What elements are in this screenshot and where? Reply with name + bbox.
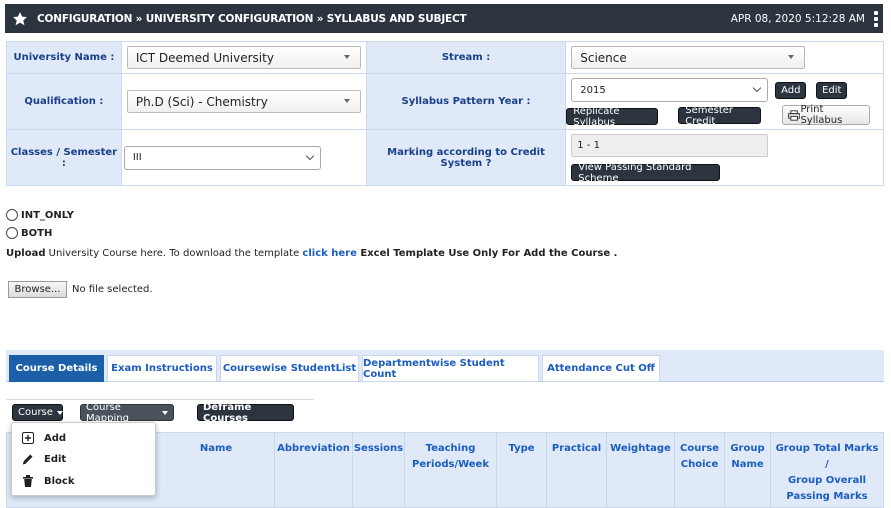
upload-instructions: Upload University Course here. To downlo…: [6, 248, 618, 259]
trash-icon: [23, 475, 33, 487]
syllabus-form: University Name : ICT Deemed University …: [6, 41, 884, 186]
course-mapping-dropdown-button[interactable]: Course Mapping: [80, 402, 174, 424]
tab-bar: Course Details Exam Instructions Coursew…: [6, 350, 884, 382]
radio-int-only[interactable]: INT_ONLY: [6, 209, 74, 221]
col-weightage: Weightage: [606, 433, 674, 508]
menu-item-block[interactable]: Block: [22, 475, 75, 487]
menu-item-edit[interactable]: Edit: [22, 453, 66, 465]
col-group-total-marks: Group Total Marks / Group Overall Passing M…: [770, 433, 883, 508]
pencil-icon: [22, 454, 33, 465]
qualification-select[interactable]: Ph.D (Sci) - Chemistry: [126, 90, 361, 113]
toolbar-divider: [6, 399, 314, 400]
col-type: Type: [496, 433, 546, 508]
col-practical: Practical: [546, 433, 606, 508]
add-button[interactable]: Add: [775, 82, 807, 99]
radio-both[interactable]: BOTH: [6, 227, 52, 239]
caret-down-icon: [162, 410, 168, 415]
col-abbreviation: Abbreviation: [274, 433, 352, 508]
col-teaching-periods: Teaching Periods/Week: [404, 433, 496, 508]
radio-circle-icon[interactable]: [6, 227, 18, 239]
plus-square-icon: [22, 432, 34, 444]
col-group-name: Group Name: [724, 433, 770, 508]
tab-course-details[interactable]: Course Details: [9, 355, 104, 382]
edit-button[interactable]: Edit: [816, 82, 848, 99]
university-label: University Name :: [6, 41, 122, 74]
col-course-choice: Course Choice: [674, 433, 724, 508]
chevron-down-icon: [753, 83, 762, 93]
datetime: APR 08, 2020 5:12:28 AM: [730, 12, 865, 25]
chevron-down-icon: [788, 55, 795, 59]
semester-credit-button[interactable]: Semester Credit: [678, 105, 762, 127]
course-dropdown-button[interactable]: Course: [12, 404, 63, 421]
col-name: Name: [199, 443, 233, 454]
stream-select[interactable]: Science: [571, 46, 806, 69]
tab-attendance-cut-off[interactable]: Attendance Cut Off: [542, 355, 660, 382]
tab-exam-instructions[interactable]: Exam Instructions: [107, 355, 217, 382]
chevron-down-icon: [343, 99, 350, 103]
browse-button[interactable]: Browse...: [8, 281, 67, 298]
view-passing-standard-button[interactable]: View Passing Standard Scheme: [571, 162, 721, 184]
deframe-courses-button[interactable]: Deframe Courses: [197, 402, 294, 424]
syllabus-year-select[interactable]: 2015: [571, 78, 769, 102]
caret-down-icon: [56, 410, 63, 415]
syllabus-year-label: Syllabus Pattern Year :: [365, 73, 567, 130]
chevron-down-icon: [343, 55, 350, 59]
chevron-down-icon: [305, 151, 315, 160]
printer-icon: [788, 109, 801, 121]
menu-item-add[interactable]: Add: [22, 432, 66, 444]
kebab-menu-icon[interactable]: [874, 11, 879, 27]
tab-departmentwise-student-count[interactable]: Departmentwise Student Count: [362, 355, 539, 382]
university-select[interactable]: ICT Deemed University: [126, 46, 361, 69]
stream-label: Stream :: [365, 41, 567, 74]
tab-coursewise-studentlist[interactable]: Coursewise StudentList: [220, 355, 359, 382]
template-link[interactable]: click here: [302, 248, 356, 259]
marking-label: Marking according to Credit System ?: [365, 129, 567, 186]
replicate-syllabus-button[interactable]: Replicate Syllabus: [566, 106, 659, 128]
print-syllabus-button[interactable]: Print Syllabus: [782, 104, 871, 126]
star-icon[interactable]: [12, 11, 28, 27]
breadcrumb: CONFIGURATION » UNIVERSITY CONFIGURATION…: [37, 12, 467, 25]
classes-select[interactable]: III: [123, 145, 321, 170]
course-dropdown-menu: Add Edit Block: [11, 422, 156, 496]
file-status: No file selected.: [72, 284, 153, 295]
marking-field: 1 - 1: [571, 134, 769, 157]
classes-label: Classes / Semester :: [6, 129, 122, 186]
top-bar: CONFIGURATION » UNIVERSITY CONFIGURATION…: [5, 4, 883, 33]
col-sessions: Sessions: [352, 433, 404, 508]
radio-circle-icon[interactable]: [6, 209, 18, 221]
qualification-label: Qualification :: [6, 73, 122, 130]
